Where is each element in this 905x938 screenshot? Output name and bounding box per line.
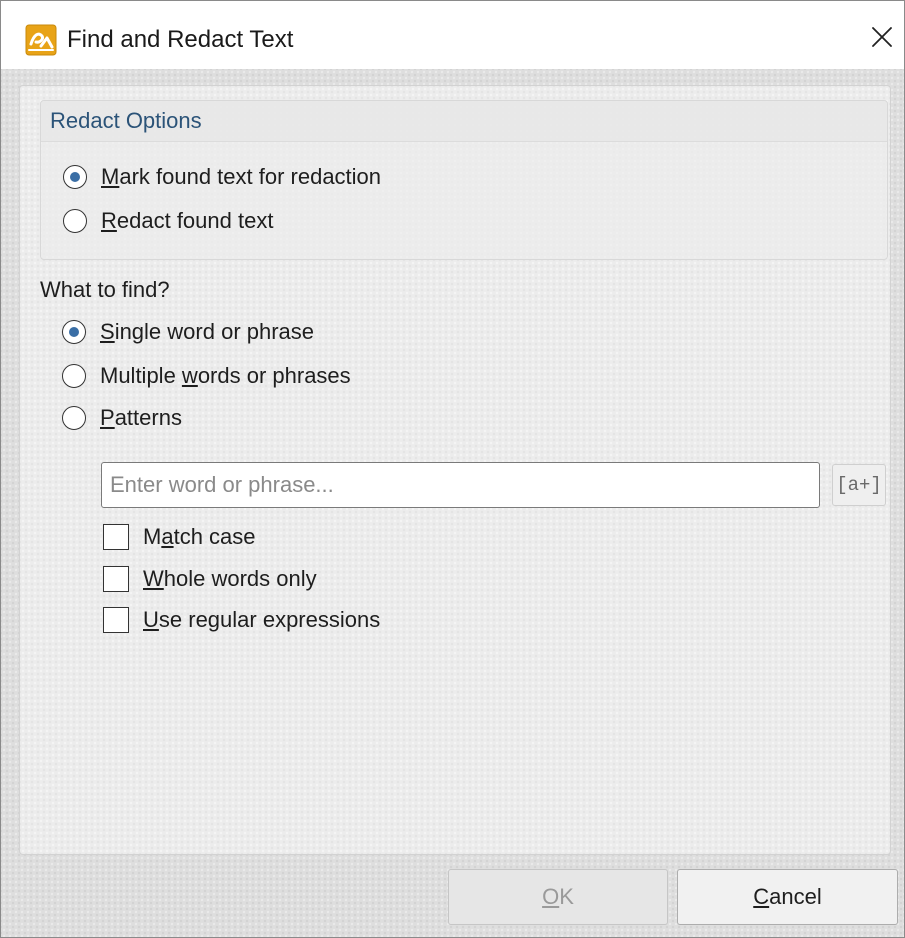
mnemonic: U (143, 607, 159, 632)
mnemonic: R (101, 208, 117, 233)
close-icon (872, 27, 892, 47)
radio-multiple-words[interactable]: Multiple words or phrases (62, 362, 351, 390)
dialog-body: Redact Options Mark found text for redac… (1, 69, 904, 937)
checkbox-match-case-label: Match case (143, 523, 256, 551)
label-rest: K (559, 884, 574, 909)
label-rest: ark found text for redaction (119, 164, 382, 189)
radio-multiple-words-label: Multiple words or phrases (100, 362, 351, 390)
label-start: M (143, 524, 162, 549)
mnemonic: C (753, 884, 770, 909)
ok-button-label: O (542, 884, 560, 909)
radio-mark-for-redaction-label: Mark found text for redaction (101, 163, 381, 191)
redact-options-group: Redact Options Mark found text for redac… (40, 100, 888, 260)
title-bar: Find and Redact Text (1, 1, 904, 69)
close-button[interactable] (862, 15, 902, 59)
checkbox-match-case[interactable]: Match case (103, 523, 256, 551)
regex-helper-button[interactable]: [a+] (832, 464, 886, 506)
radio-redact-found-text-label: Redact found text (101, 207, 273, 235)
radio-single-word-label: Single word or phrase (100, 318, 314, 346)
mnemonic: S (100, 319, 115, 344)
radio-single-word[interactable]: Single word or phrase (62, 318, 314, 346)
checkbox-whole-words[interactable]: Whole words only (103, 565, 317, 593)
dialog-title: Find and Redact Text (67, 26, 294, 53)
label-rest: edact found text (116, 208, 274, 233)
checkbox[interactable] (103, 566, 129, 592)
radio-button[interactable] (62, 364, 86, 388)
redact-options-header: Redact Options (41, 101, 887, 142)
label-rest: tch case (173, 524, 256, 549)
label-rest: ingle word or phrase (114, 319, 315, 344)
label-rest: se regular expressions (158, 607, 381, 632)
radio-mark-for-redaction[interactable]: Mark found text for redaction (63, 163, 381, 191)
label-start: Multiple (100, 363, 182, 388)
mnemonic: M (101, 164, 120, 189)
label-rest: ords or phrases (197, 363, 351, 388)
label-rest: hole words only (163, 566, 317, 591)
what-to-find-label: What to find? (40, 277, 170, 302)
search-input[interactable] (101, 462, 820, 508)
radio-button[interactable] (63, 209, 87, 233)
checkbox[interactable] (103, 524, 129, 550)
cancel-button[interactable]: Cancel (677, 869, 898, 925)
mnemonic: a (161, 524, 174, 549)
checkbox-regular-expressions[interactable]: Use regular expressions (103, 606, 380, 634)
label-rest: atterns (114, 405, 182, 430)
checkbox[interactable] (103, 607, 129, 633)
mnemonic: w (181, 363, 198, 388)
checkbox-regular-expressions-label: Use regular expressions (143, 606, 380, 634)
mnemonic: W (143, 566, 164, 591)
radio-button[interactable] (63, 165, 87, 189)
cancel-button-label: Cancel (753, 884, 821, 910)
radio-patterns-label: Patterns (100, 404, 182, 432)
pdf-app-icon (25, 24, 57, 56)
redact-options-title: Redact Options (50, 108, 202, 133)
radio-patterns[interactable]: Patterns (62, 404, 182, 432)
radio-button[interactable] (62, 406, 86, 430)
label-rest: ancel (769, 884, 822, 909)
mnemonic: P (100, 405, 115, 430)
checkbox-whole-words-label: Whole words only (143, 565, 317, 593)
radio-button[interactable] (62, 320, 86, 344)
radio-redact-found-text[interactable]: Redact found text (63, 207, 273, 235)
find-redact-dialog: Find and Redact Text Redact Options Mark… (0, 0, 905, 938)
content-panel: Redact Options Mark found text for redac… (19, 85, 891, 855)
ok-button[interactable]: OK (448, 869, 668, 925)
